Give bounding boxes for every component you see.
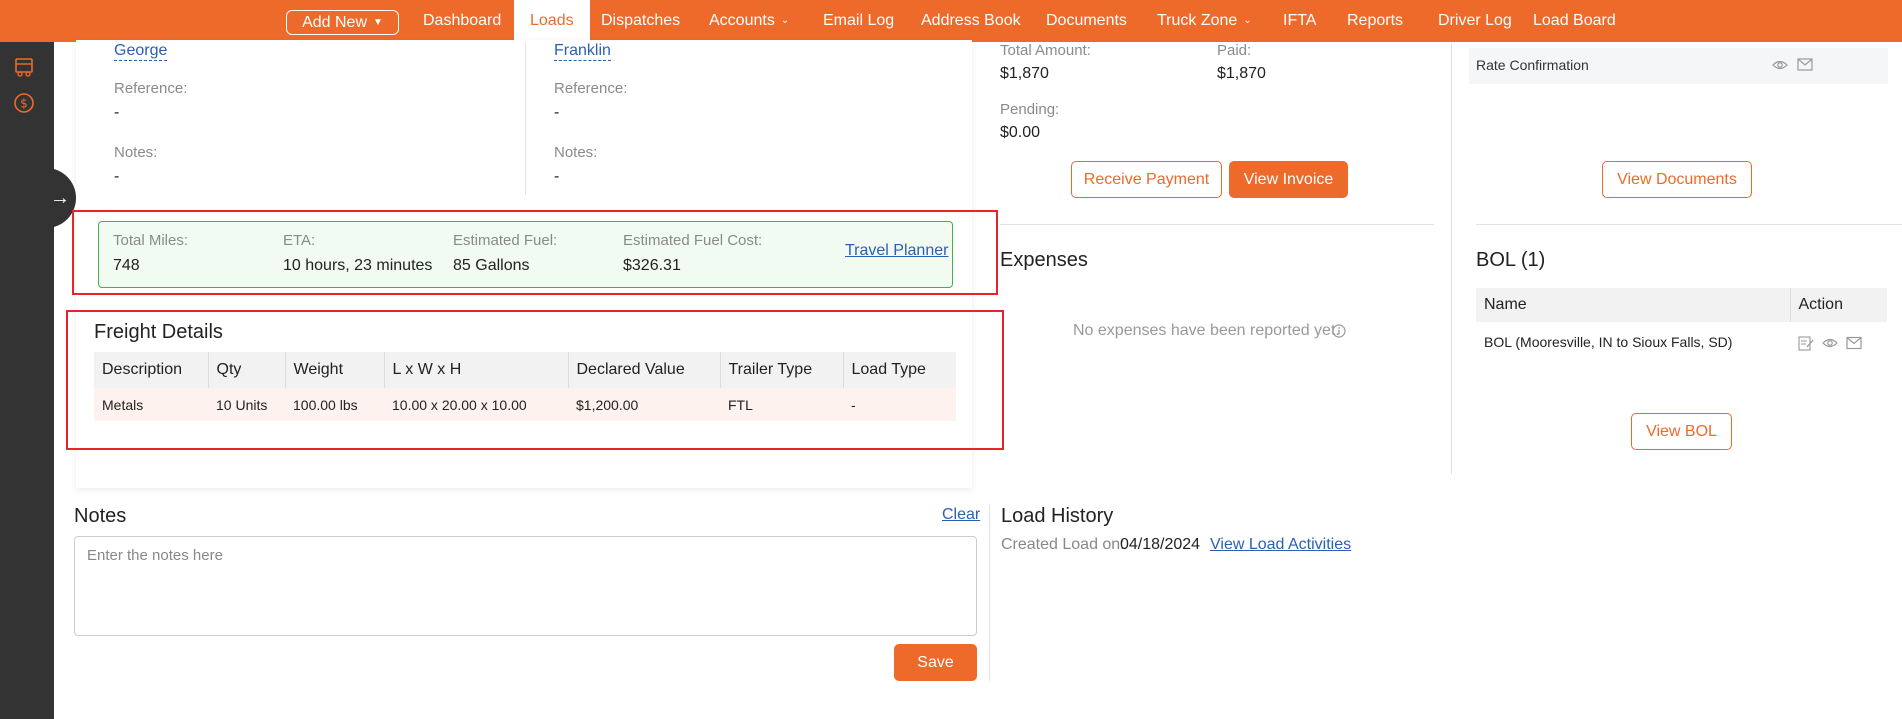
load-history-title: Load History <box>1001 505 1114 527</box>
nav-driver-log[interactable]: Driver Log <box>1438 0 1512 42</box>
view-invoice-button[interactable]: View Invoice <box>1229 161 1348 198</box>
nav-ifta[interactable]: IFTA <box>1283 0 1316 42</box>
paid-label: Paid: <box>1217 42 1252 59</box>
edit-icon[interactable] <box>1798 335 1814 351</box>
nav-dashboard[interactable]: Dashboard <box>423 0 501 42</box>
col-action: Action <box>1789 288 1887 322</box>
notes-history-divider <box>989 505 990 681</box>
shipper-reference-value: - <box>114 104 120 121</box>
notes-textarea[interactable] <box>74 536 977 636</box>
nav-address-book[interactable]: Address Book <box>921 0 1021 42</box>
created-load-label: Created Load on: <box>1001 536 1125 553</box>
nav-reports[interactable]: Reports <box>1347 0 1403 42</box>
nav-accounts-label: Accounts <box>709 12 775 29</box>
nav-documents[interactable]: Documents <box>1046 0 1127 42</box>
bol-title: BOL (1) <box>1476 249 1546 271</box>
nav-accounts[interactable]: Accounts ⌄ <box>709 0 789 42</box>
payment-divider <box>1000 224 1434 225</box>
info-icon[interactable] <box>1332 324 1346 338</box>
notes-title: Notes <box>74 505 127 527</box>
shipper-notes-label: Notes: <box>114 144 158 161</box>
right-column-divider <box>1451 42 1452 474</box>
add-new-label: Add New <box>302 14 367 31</box>
shipper-name-link[interactable]: George <box>114 42 168 61</box>
document-name: Rate Confirmation <box>1476 57 1589 73</box>
nav-loads[interactable]: Loads <box>514 0 590 42</box>
consignee-name-link[interactable]: Franklin <box>554 42 611 61</box>
mail-icon[interactable] <box>1797 58 1813 71</box>
freight-highlight-box <box>66 310 1004 450</box>
consignee-notes-value: - <box>554 168 560 185</box>
consignee-reference-value: - <box>554 104 560 121</box>
shipper-reference-label: Reference: <box>114 80 188 97</box>
total-amount-value: $1,870 <box>1000 65 1049 82</box>
receive-payment-button[interactable]: Receive Payment <box>1071 161 1222 198</box>
consignee-reference-label: Reference: <box>554 80 628 97</box>
eye-icon[interactable] <box>1772 58 1788 72</box>
consignee-notes-label: Notes: <box>554 144 598 161</box>
truck-icon[interactable] <box>13 56 35 78</box>
nav-email-log[interactable]: Email Log <box>823 0 894 42</box>
table-row: BOL (Mooresville, IN to Sioux Falls, SD) <box>1476 322 1887 362</box>
paid-value: $1,870 <box>1217 65 1266 82</box>
top-navbar: Add New ▼ Dashboard Loads Dispatches Acco… <box>0 0 1902 42</box>
bol-action-cell <box>1790 322 1887 362</box>
bol-header-row: Name Action <box>1476 288 1887 322</box>
nav-dispatches[interactable]: Dispatches <box>601 0 680 42</box>
clear-notes-link[interactable]: Clear <box>942 506 980 524</box>
view-documents-button[interactable]: View Documents <box>1602 161 1752 198</box>
col-name: Name <box>1476 288 1790 322</box>
save-notes-button[interactable]: Save <box>894 644 977 681</box>
trip-highlight-box <box>72 210 998 295</box>
bol-name-cell: BOL (Mooresville, IN to Sioux Falls, SD) <box>1484 334 1733 350</box>
chevron-down-icon: ▼ <box>373 17 383 28</box>
shipper-notes-value: - <box>114 168 120 185</box>
documents-divider <box>1476 224 1902 225</box>
nav-load-board[interactable]: Load Board <box>1533 0 1616 42</box>
created-load-date: 04/18/2024 <box>1120 536 1201 553</box>
expenses-empty-message: No expenses have been reported yet. <box>1073 322 1340 339</box>
pending-label: Pending: <box>1000 101 1060 118</box>
eye-icon[interactable] <box>1822 335 1838 351</box>
chevron-down-icon: ⌄ <box>780 15 790 26</box>
sidebar: $ <box>0 42 54 719</box>
nav-truck-zone[interactable]: Truck Zone ⌄ <box>1157 0 1252 42</box>
total-amount-label: Total Amount: <box>1000 42 1091 59</box>
view-bol-button[interactable]: View BOL <box>1631 413 1732 450</box>
bol-table: Name Action BOL (Mooresville, IN to Siou… <box>1476 288 1887 362</box>
svg-text:$: $ <box>20 97 28 111</box>
column-divider <box>525 42 526 195</box>
dollar-icon[interactable]: $ <box>13 92 35 114</box>
mail-icon[interactable] <box>1846 335 1862 351</box>
nav-truck-zone-label: Truck Zone <box>1157 12 1238 29</box>
view-load-activities-link[interactable]: View Load Activities <box>1210 536 1351 554</box>
expenses-title: Expenses <box>1000 249 1088 271</box>
pending-value: $0.00 <box>1000 124 1041 141</box>
add-new-button[interactable]: Add New ▼ <box>286 10 399 35</box>
chevron-down-icon: ⌄ <box>1243 15 1252 26</box>
